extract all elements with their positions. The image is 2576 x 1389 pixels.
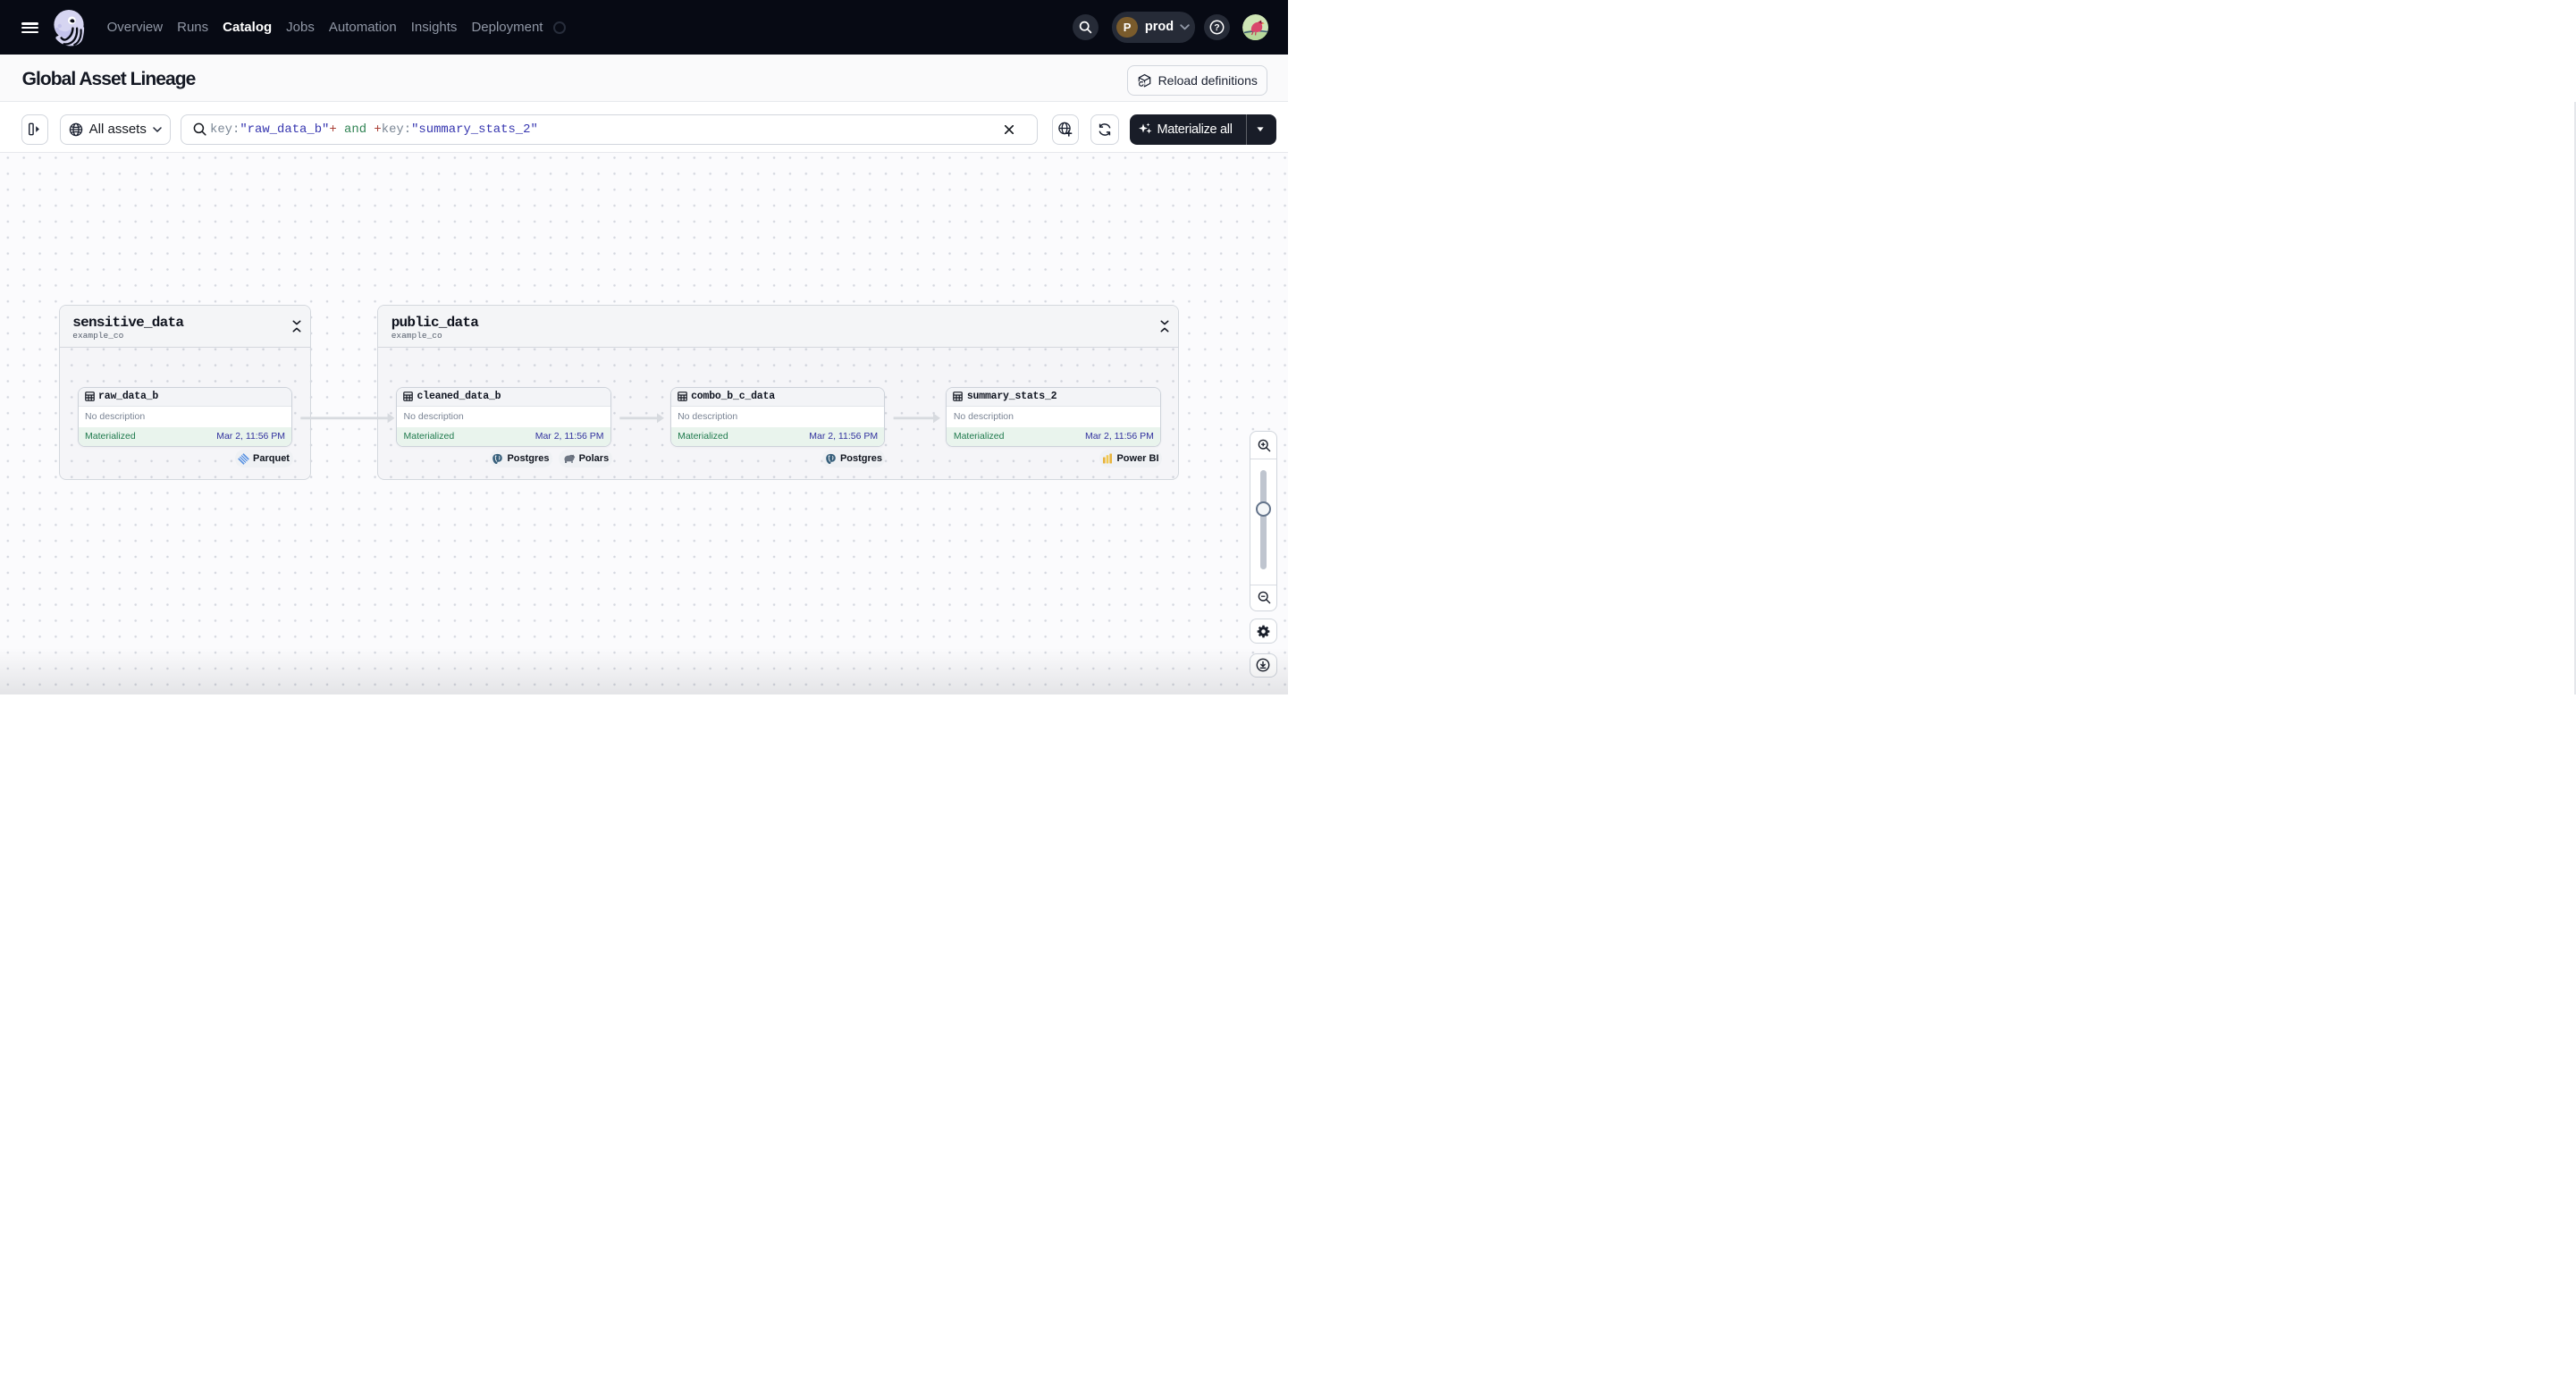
svg-text:?: ? [1214, 22, 1219, 33]
